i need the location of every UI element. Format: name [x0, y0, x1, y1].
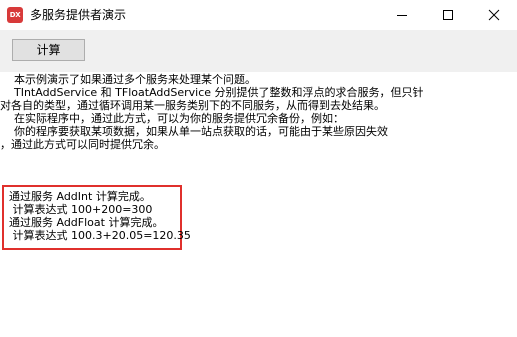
minimize-button[interactable]: [379, 0, 425, 30]
result-line-3: 通过服务 AddFloat 计算完成。: [9, 216, 164, 229]
description-line-5: 你的程序要获取某项数据，如果从单一站点获取的话，可能由于某些原因失效: [0, 125, 388, 138]
maximize-icon: [443, 10, 453, 20]
maximize-button[interactable]: [425, 0, 471, 30]
description-line-4: 在实际程序中，通过此方式，可以为你的服务提供冗余备份，例如：: [0, 112, 344, 125]
app-icon: DX: [7, 7, 23, 23]
minimize-icon: [397, 15, 407, 16]
results-highlight-box: 通过服务 AddInt 计算完成。 计算表达式 100+200=300 通过服务…: [2, 185, 191, 250]
description-line-3: 对各自的类型，通过循环调用某一服务类别下的不同服务，从而得到去处结果。: [0, 99, 385, 112]
title-bar: DX 多服务提供者演示: [0, 0, 517, 30]
result-line-1: 通过服务 AddInt 计算完成。: [9, 190, 151, 203]
description-line-6: ，通过此方式可以同时提供冗余。: [0, 138, 165, 151]
app-icon-label: DX: [9, 11, 21, 19]
output-memo[interactable]: 本示例演示了如果通过多个服务来处理某个问题。 TIntAddService 和 …: [0, 72, 517, 337]
calculate-button[interactable]: 计算: [12, 39, 85, 61]
window-title: 多服务提供者演示: [30, 8, 127, 22]
close-button[interactable]: [471, 0, 517, 30]
result-line-4: 计算表达式 100.3+20.05=120.35: [9, 229, 191, 242]
close-icon: [488, 9, 500, 21]
toolbar-panel: 计算: [0, 30, 517, 72]
description-line-2: TIntAddService 和 TFloatAddService 分别提供了整…: [0, 86, 424, 99]
result-line-2: 计算表达式 100+200=300: [9, 203, 153, 216]
description-line-1: 本示例演示了如果通过多个服务来处理某个问题。: [0, 73, 256, 86]
